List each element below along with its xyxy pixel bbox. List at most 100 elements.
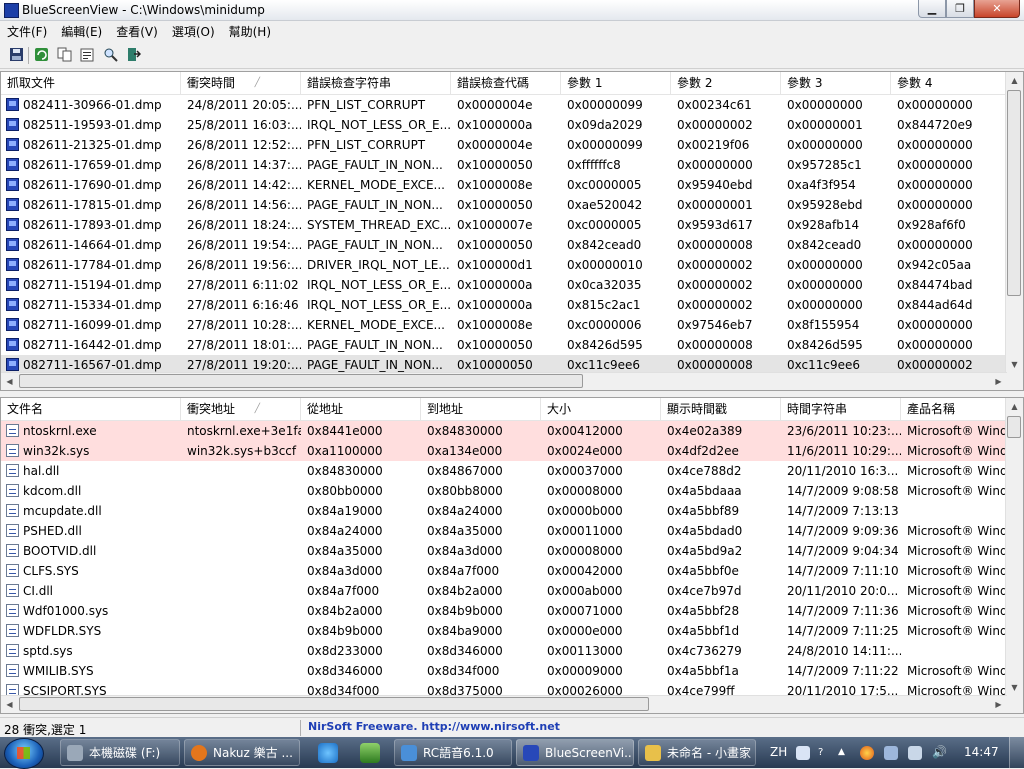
taskbar-button-rc[interactable]: RC語音6.1.0 [394,739,512,766]
scroll-down-icon[interactable]: ▼ [1006,679,1023,696]
table-row[interactable]: 082711-15334-01.dmp 27/8/2011 6:16:46 IRQL… [1,295,1007,315]
table-row[interactable]: WDFLDR.SYS 0x84b9b000 0x84ba9000 0x0000e000… [1,621,1007,641]
scroll-right-icon[interactable]: ▶ [990,696,1007,713]
column-header-crash-time[interactable]: 衝突時間 ╱ [181,72,301,94]
title-bar[interactable]: BlueScreenView - C:\Windows\minidump ▁ ❐… [0,0,1024,21]
table-row[interactable]: 082711-16442-01.dmp 27/8/2011 18:01:... PA… [1,335,1007,355]
cell-text: 0x84a35000 [307,544,383,558]
dump-vertical-scrollbar[interactable]: ▲ ▼ [1005,72,1023,373]
scroll-thumb[interactable] [19,697,649,711]
volume-icon[interactable]: 🔊 [932,737,947,768]
table-row[interactable]: PSHED.dll 0x84a24000 0x84a35000 0x00011000 0… [1,521,1007,541]
table-row[interactable]: 082611-17893-01.dmp 26/8/2011 18:24:... SY… [1,215,1007,235]
column-header-timestamp[interactable]: 顯示時間戳 [661,398,781,420]
menu-edit[interactable]: 編輯(E) [54,21,109,41]
network-status-icon[interactable] [908,746,922,760]
column-header-crash-address[interactable]: 衝突地址 ╱ [181,398,301,420]
column-header-parameter-1[interactable]: 參數 1 [561,72,671,94]
scroll-thumb[interactable] [1007,90,1021,296]
menu-help[interactable]: 幫助(H) [222,21,278,41]
show-hidden-icons-icon[interactable]: ▲ [838,737,845,768]
save-button[interactable] [8,46,25,63]
column-header-bug-check-code[interactable]: 錯誤檢查代碼 [451,72,561,94]
column-header-dump-file[interactable]: 抓取文件 [1,72,181,94]
table-row[interactable]: 082611-14664-01.dmp 26/8/2011 19:54:... PA… [1,235,1007,255]
start-button[interactable] [4,738,44,769]
taskbar-button-bluescreenview[interactable]: BlueScreenVi... [516,739,634,766]
table-row[interactable]: sptd.sys 0x8d233000 0x8d346000 0x00113000 0x… [1,641,1007,661]
refresh-button[interactable] [33,46,50,63]
help-icon[interactable]: ? [818,737,823,768]
table-row[interactable]: 082611-17659-01.dmp 26/8/2011 14:37:... PA… [1,155,1007,175]
table-cell [901,641,1007,661]
table-row[interactable]: hal.dll 0x84830000 0x84867000 0x00037000 0x4… [1,461,1007,481]
maximize-button[interactable]: ❐ [946,0,974,18]
table-row[interactable]: 082611-17815-01.dmp 26/8/2011 14:56:... PA… [1,195,1007,215]
dump-horizontal-scrollbar[interactable]: ◀ ▶ [1,372,1007,390]
driver-vertical-scrollbar[interactable]: ▲ ▼ [1005,398,1023,696]
scroll-left-icon[interactable]: ◀ [1,696,18,713]
scroll-left-icon[interactable]: ◀ [1,373,18,390]
scroll-down-icon[interactable]: ▼ [1006,356,1023,373]
menu-file[interactable]: 文件(F) [0,21,54,41]
column-header-size[interactable]: 大小 [541,398,661,420]
table-row[interactable]: 082511-19593-01.dmp 25/8/2011 16:03:... IR… [1,115,1007,135]
scroll-up-icon[interactable]: ▲ [1006,72,1023,89]
input-method-icon[interactable] [796,746,810,760]
taskbar-button-firefox[interactable]: Nakuz 樂古 ... [184,739,300,766]
column-header-parameter-4[interactable]: 參數 4 [891,72,1007,94]
table-cell: 082611-17893-01.dmp [1,215,181,235]
exit-button[interactable] [125,46,142,63]
column-header-filename[interactable]: 文件名 [1,398,181,420]
scroll-thumb[interactable] [19,374,583,388]
table-row[interactable]: mcupdate.dll 0x84a19000 0x84a24000 0x0000b0… [1,501,1007,521]
table-row[interactable]: CI.dll 0x84a7f000 0x84b2a000 0x000ab000 0x4c… [1,581,1007,601]
network-icon[interactable] [360,743,380,763]
table-cell: 0x8d346000 [301,661,421,681]
tray-app-icon[interactable] [860,746,874,760]
column-header-time-string[interactable]: 時間字符串 [781,398,901,420]
nirsoft-link[interactable]: NirSoft Freeware. http://www.nirsoft.net [308,720,560,733]
column-header-parameter-3[interactable]: 參數 3 [781,72,891,94]
language-indicator[interactable]: ZH [770,737,787,768]
scroll-right-icon[interactable]: ▶ [990,373,1007,390]
menu-view[interactable]: 查看(V) [109,21,165,41]
driver-horizontal-scrollbar[interactable]: ◀ ▶ [1,695,1007,713]
taskbar-button-drive[interactable]: 本機磁碟 (F:) [60,739,180,766]
copy-button[interactable] [56,46,73,63]
scroll-up-icon[interactable]: ▲ [1006,398,1023,415]
scroll-thumb[interactable] [1007,416,1021,438]
internet-explorer-icon[interactable] [318,743,338,763]
tray-program-icon[interactable] [884,746,898,760]
menu-options[interactable]: 選項(O) [165,21,222,41]
table-row[interactable]: 082611-21325-01.dmp 26/8/2011 12:52:... PF… [1,135,1007,155]
table-row[interactable]: kdcom.dll 0x80bb0000 0x80bb8000 0x00008000 0… [1,481,1007,501]
table-row[interactable]: WMILIB.SYS 0x8d346000 0x8d34f000 0x00009000… [1,661,1007,681]
table-row[interactable]: BOOTVID.dll 0x84a35000 0x84a3d000 0x0000800… [1,541,1007,561]
table-cell: 0xc0000005 [561,215,671,235]
minimize-button[interactable]: ▁ [918,0,946,18]
column-header-product-name[interactable]: 產品名稱 [901,398,1007,420]
column-header-to-address[interactable]: 到地址 [421,398,541,420]
dump-list[interactable]: 抓取文件 衝突時間 ╱ 錯誤檢查字符串 錯誤檢查代碼 參數 1 參數 2 參數 3… [0,71,1024,391]
find-button[interactable] [102,46,119,63]
clock[interactable]: 14:47 [964,737,1004,768]
table-row[interactable]: 082711-16099-01.dmp 27/8/2011 10:28:... KE… [1,315,1007,335]
taskbar-button-paint[interactable]: 未命名 - 小畫家 [638,739,756,766]
table-row[interactable]: Wdf01000.sys 0x84b2a000 0x84b9b000 0x000710… [1,601,1007,621]
driver-list[interactable]: 文件名 衝突地址 ╱ 從地址 到地址 大小 顯示時間戳 時間字符串 產品名稱 nt… [0,397,1024,714]
table-row[interactable]: 082711-15194-01.dmp 27/8/2011 6:11:02 IRQL… [1,275,1007,295]
column-header-bug-check-string[interactable]: 錯誤檢查字符串 [301,72,451,94]
column-header-from-address[interactable]: 從地址 [301,398,421,420]
table-row[interactable]: 082611-17784-01.dmp 26/8/2011 19:56:... DR… [1,255,1007,275]
table-row[interactable]: win32k.sys win32k.sys+b3ccf 0xa1100000 0xa1… [1,441,1007,461]
properties-button[interactable] [79,46,96,63]
show-desktop-button[interactable] [1009,737,1024,768]
table-row[interactable]: 082411-30966-01.dmp 24/8/2011 20:05:... PF… [1,95,1007,115]
column-header-parameter-2[interactable]: 參數 2 [671,72,781,94]
table-row[interactable]: 082611-17690-01.dmp 26/8/2011 14:42:... KE… [1,175,1007,195]
close-button[interactable]: ✕ [974,0,1020,18]
cell-text: Microsoft® Wind [907,424,1007,438]
table-row[interactable]: ntoskrnl.exe ntoskrnl.exe+3e1fa 0x8441e000… [1,421,1007,441]
table-row[interactable]: CLFS.SYS 0x84a3d000 0x84a7f000 0x00042000 0x… [1,561,1007,581]
